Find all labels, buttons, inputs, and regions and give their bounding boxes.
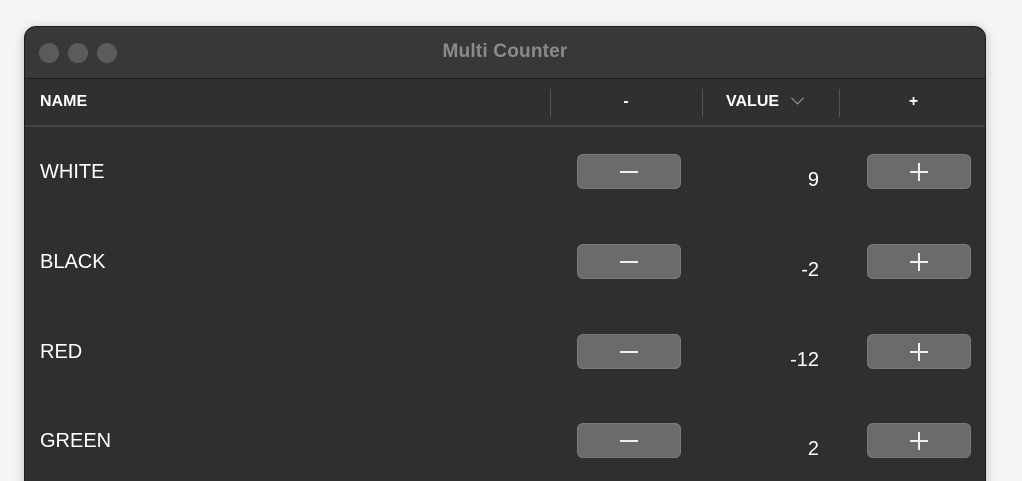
title-bar[interactable]: Multi Counter [25, 27, 985, 79]
row-value: 9 [807, 168, 819, 191]
decrement-button[interactable] [577, 423, 681, 458]
window-title: Multi Counter [442, 41, 568, 62]
column-divider[interactable] [702, 89, 703, 117]
table-row[interactable]: WHITE 9 [25, 127, 985, 217]
row-name: RED [40, 340, 83, 363]
table-header: NAME - VALUE + [25, 79, 985, 127]
row-name: GREEN [40, 429, 112, 452]
chevron-down-icon [791, 91, 804, 105]
desktop: Multi Counter NAME - VALUE + WHITE 9 BLA… [0, 0, 1022, 481]
increment-button[interactable] [867, 244, 971, 279]
increment-button[interactable] [867, 423, 971, 458]
decrement-button[interactable] [577, 154, 681, 189]
column-header-value-label: VALUE [726, 93, 780, 110]
row-name: BLACK [40, 250, 106, 273]
row-value: 2 [807, 437, 819, 460]
column-header-name[interactable]: NAME [40, 79, 87, 125]
minus-icon [620, 350, 638, 353]
plus-icon [910, 162, 928, 181]
decrement-button[interactable] [577, 244, 681, 279]
minus-icon [620, 170, 638, 173]
table-row[interactable]: GREEN 2 [25, 396, 985, 481]
row-value: -12 [790, 348, 819, 371]
column-header-minus[interactable]: - [551, 79, 701, 125]
row-value: -2 [801, 258, 819, 281]
table-row[interactable]: RED -12 [25, 307, 985, 397]
increment-button[interactable] [867, 334, 971, 369]
decrement-button[interactable] [577, 334, 681, 369]
row-name: WHITE [40, 160, 105, 183]
plus-icon [910, 252, 928, 271]
plus-icon [910, 431, 928, 450]
column-header-plus[interactable]: + [840, 79, 985, 125]
table-row[interactable]: BLACK -2 [25, 217, 985, 307]
app-window: Multi Counter NAME - VALUE + WHITE 9 BLA… [24, 26, 986, 481]
plus-icon [910, 342, 928, 361]
column-header-value[interactable]: VALUE [726, 79, 804, 125]
minus-icon [620, 439, 638, 442]
increment-button[interactable] [867, 154, 971, 189]
minus-icon [620, 260, 638, 263]
